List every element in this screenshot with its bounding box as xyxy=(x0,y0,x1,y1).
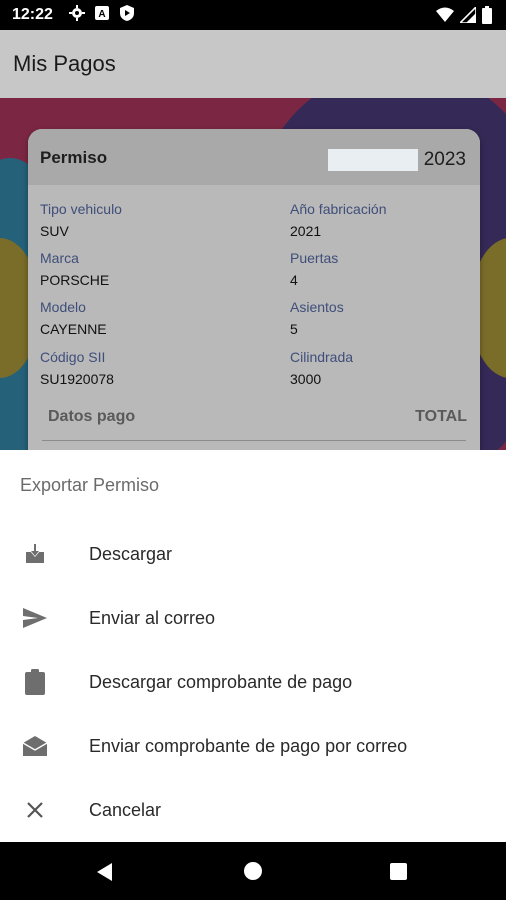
total-label: TOTAL xyxy=(415,408,467,425)
permit-card-header: Permiso 2023 xyxy=(28,129,480,185)
field-label: Año fabricación xyxy=(290,201,387,217)
signal-icon xyxy=(458,5,477,28)
option-descargar-comprobante[interactable]: Descargar comprobante de pago xyxy=(0,650,506,714)
option-enviar-correo[interactable]: Enviar al correo xyxy=(0,586,506,650)
status-time: 12:22 xyxy=(12,6,53,23)
field-value: 4 xyxy=(290,272,298,288)
download-tray-icon xyxy=(22,541,48,567)
field-marca: Marca PORSCHE xyxy=(40,250,109,288)
send-icon xyxy=(22,605,48,631)
open-mail-icon xyxy=(22,733,48,759)
svg-text:A: A xyxy=(98,9,105,20)
clipboard-icon xyxy=(22,669,48,695)
battery-icon xyxy=(482,6,492,29)
option-label: Descargar xyxy=(89,543,173,564)
option-label: Enviar al correo xyxy=(89,607,216,628)
field-label: Puertas xyxy=(290,250,339,266)
permit-title: Permiso xyxy=(40,148,108,167)
home-icon[interactable] xyxy=(244,862,262,880)
field-label: Cilindrada xyxy=(290,349,354,365)
option-label: Descargar comprobante de pago xyxy=(89,671,353,692)
page-title: Mis Pagos xyxy=(13,51,116,76)
a-icon: A xyxy=(94,5,109,25)
option-label: Cancelar xyxy=(89,799,162,820)
gear-icon xyxy=(68,4,85,26)
field-label: Modelo xyxy=(40,299,86,315)
field-tipo-vehiculo: Tipo vehiculo SUV xyxy=(40,201,122,239)
field-cilindrada: Cilindrada 3000 xyxy=(290,349,353,387)
divider xyxy=(42,440,466,441)
field-puertas: Puertas 4 xyxy=(290,250,338,288)
sheet-title: Exportar Permiso xyxy=(20,475,160,495)
datos-pago-label: Datos pago xyxy=(48,408,136,425)
field-value: SU1920078 xyxy=(40,371,114,387)
field-value: 3000 xyxy=(290,371,322,387)
field-value: SUV xyxy=(40,223,69,239)
field-value: 5 xyxy=(290,321,298,337)
option-descargar[interactable]: Descargar xyxy=(0,522,506,586)
status-bar: 12:22 A xyxy=(0,0,506,30)
shield-play-icon xyxy=(119,4,135,26)
field-value: 2021 xyxy=(290,223,322,239)
field-value: PORSCHE xyxy=(40,272,110,288)
field-label: Asientos xyxy=(290,299,344,315)
field-codigo-sii: Código SII SU1920078 xyxy=(40,349,114,387)
navigation-bar xyxy=(0,842,506,900)
close-icon xyxy=(22,797,48,823)
option-cancelar[interactable]: Cancelar xyxy=(0,778,506,842)
redacted-block xyxy=(328,149,418,171)
field-label: Marca xyxy=(40,250,79,266)
export-bottom-sheet: Exportar Permiso Descargar Enviar al cor… xyxy=(0,450,506,842)
permit-card[interactable]: Permiso 2023 Tipo vehiculo SUV Año fabri… xyxy=(28,129,480,469)
option-label: Enviar comprobante de pago por correo xyxy=(89,735,408,756)
field-value: CAYENNE xyxy=(40,321,107,337)
recents-icon[interactable] xyxy=(390,863,407,880)
option-enviar-comprobante[interactable]: Enviar comprobante de pago por correo xyxy=(0,714,506,778)
permit-year: 2023 xyxy=(423,149,466,170)
back-icon[interactable] xyxy=(96,863,114,886)
field-asientos: Asientos 5 xyxy=(290,299,344,337)
field-anio-fabricacion: Año fabricación 2021 xyxy=(290,201,387,239)
field-label: Tipo vehiculo xyxy=(40,201,122,217)
field-modelo: Modelo CAYENNE xyxy=(40,299,107,337)
app-bar: Mis Pagos xyxy=(0,30,506,98)
field-label: Código SII xyxy=(40,349,106,365)
wifi-icon xyxy=(436,7,454,28)
